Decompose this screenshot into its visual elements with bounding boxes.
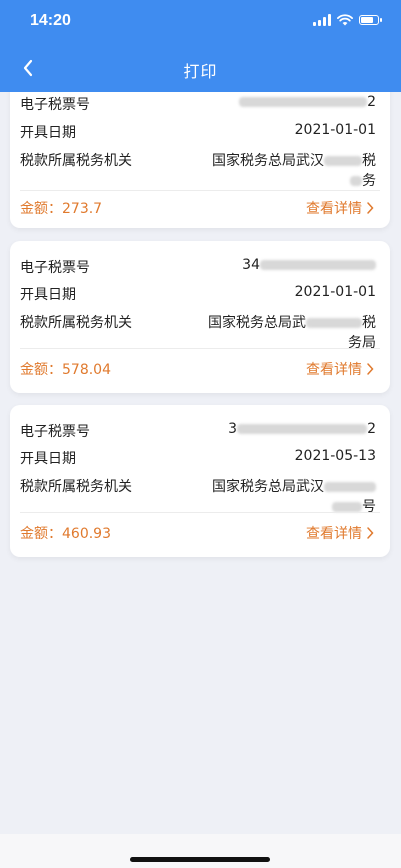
chevron-right-icon: [367, 363, 374, 375]
status-bar: 14:20: [0, 0, 401, 44]
tax-office-row: 税款所属税务机关 国家税务总局武汉 号: [20, 476, 376, 516]
issue-date-value: 2021-01-01: [294, 122, 376, 138]
ticket-card: 电子税票号 34 开具日期 2021-01-01 税款所属税务机关 国家税务总局…: [10, 241, 390, 393]
page-title: 打印: [183, 62, 218, 81]
ticket-no-label: 电子税票号: [20, 260, 90, 276]
chevron-right-icon: [367, 527, 374, 539]
ticket-list: 电子税票号 2 开具日期 2021-01-01 税款所属税务机关 国家税务总局武…: [0, 92, 401, 834]
home-indicator[interactable]: [130, 857, 270, 862]
battery-icon: [359, 15, 382, 25]
battery-level: [361, 17, 373, 23]
issue-date-value: 2021-01-01: [294, 284, 376, 300]
tax-office-row: 税款所属税务机关 国家税务总局武税 务局: [20, 312, 376, 352]
ticket-card: 电子税票号 32 开具日期 2021-05-13 税款所属税务机关 国家税务总局…: [10, 405, 390, 557]
cellular-signal-icon: [313, 14, 331, 26]
issue-date-value: 2021-05-13: [294, 448, 376, 464]
issue-date-row: 开具日期 2021-01-01: [20, 122, 376, 146]
ticket-no-value: 34: [242, 257, 376, 273]
nav-bar: 打印: [0, 44, 401, 92]
ticket-no-value: 2: [239, 94, 376, 110]
ticket-no-label: 电子税票号: [20, 424, 90, 440]
issue-date-label: 开具日期: [20, 125, 76, 141]
home-indicator-area: [0, 834, 401, 868]
redacted-mark: [324, 156, 362, 166]
tax-office-label: 税款所属税务机关: [20, 479, 132, 495]
tax-office-row: 税款所属税务机关 国家税务总局武汉税 务: [20, 150, 376, 190]
redacted-mark: [260, 260, 376, 270]
divider: [20, 190, 380, 191]
redacted-mark: [332, 502, 362, 512]
status-time: 14:20: [30, 12, 71, 29]
tax-office-label: 税款所属税务机关: [20, 315, 132, 331]
issue-date-row: 开具日期 2021-01-01: [20, 284, 376, 308]
view-detail-label: 查看详情: [306, 526, 362, 542]
redacted-mark: [350, 176, 362, 186]
tax-office-value: 国家税务总局武税 务局: [208, 315, 376, 351]
amount-value: 金额：273.7: [20, 201, 103, 217]
tax-office-value: 国家税务总局武汉 号: [212, 479, 376, 515]
redacted-mark: [239, 97, 368, 107]
ticket-no-row: 电子税票号 34: [20, 257, 376, 281]
divider: [20, 512, 380, 513]
redacted-mark: [306, 318, 362, 328]
chevron-right-icon: [367, 202, 374, 214]
view-detail-link[interactable]: 查看详情: [306, 198, 374, 218]
issue-date-label: 开具日期: [20, 287, 76, 303]
amount-value: 金额：460.93: [20, 526, 111, 542]
view-detail-link[interactable]: 查看详情: [306, 523, 374, 543]
view-detail-label: 查看详情: [306, 362, 362, 378]
divider: [20, 348, 380, 349]
tax-office-value: 国家税务总局武汉税 务: [212, 153, 376, 189]
tax-office-label: 税款所属税务机关: [20, 153, 132, 169]
view-detail-link[interactable]: 查看详情: [306, 359, 374, 379]
issue-date-label: 开具日期: [20, 451, 76, 467]
status-icons: [313, 14, 382, 26]
ticket-no-value: 32: [228, 421, 376, 437]
ticket-no-row: 电子税票号 2: [20, 94, 376, 118]
ticket-no-label: 电子税票号: [20, 97, 90, 113]
wifi-icon: [337, 14, 353, 26]
issue-date-row: 开具日期 2021-05-13: [20, 448, 376, 472]
ticket-no-row: 电子税票号 32: [20, 421, 376, 445]
redacted-mark: [237, 424, 368, 434]
ticket-card: 电子税票号 2 开具日期 2021-01-01 税款所属税务机关 国家税务总局武…: [10, 92, 390, 228]
redacted-mark: [324, 482, 376, 492]
view-detail-label: 查看详情: [306, 201, 362, 217]
amount-value: 金额：578.04: [20, 362, 111, 378]
